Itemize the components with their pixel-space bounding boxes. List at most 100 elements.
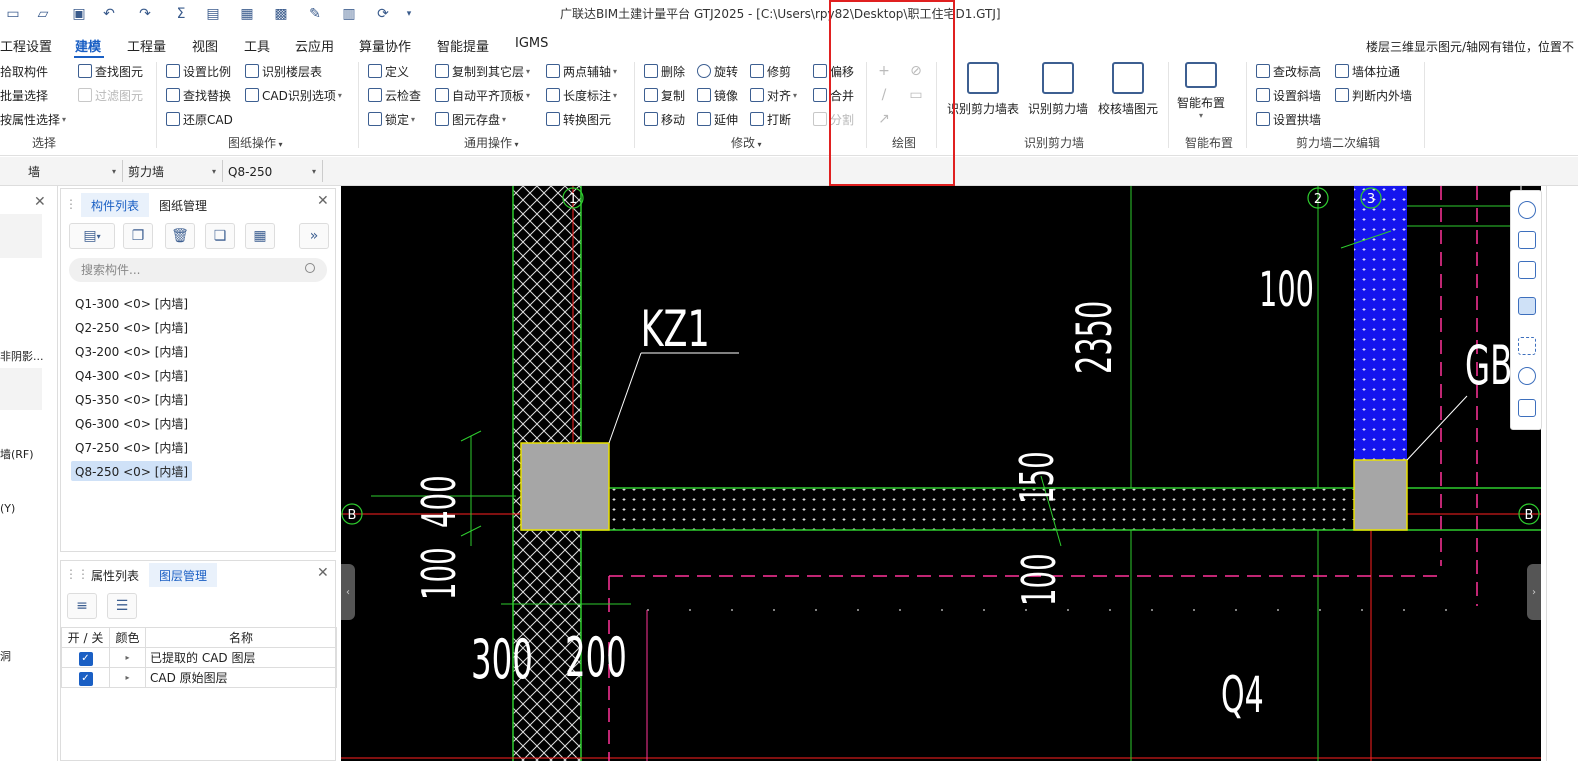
restore-cad-button[interactable]: 还原CAD: [166, 108, 233, 130]
cube-icon[interactable]: [1518, 261, 1536, 279]
tab-tools[interactable]: 工具: [244, 36, 270, 55]
batch-select-button[interactable]: 批量选择: [0, 84, 48, 106]
mirror-button[interactable]: 镜像: [697, 84, 738, 106]
select-by-attribute-button[interactable]: 按属性选择 ▾: [0, 108, 66, 130]
tab-layer-management[interactable]: 图层管理: [149, 563, 218, 587]
tab-drawing-management[interactable]: 图纸管理: [149, 193, 217, 217]
report-icon[interactable]: ▤: [202, 4, 224, 24]
copy-button[interactable]: 复制: [644, 84, 685, 106]
pick-component-button[interactable]: 拾取构件: [0, 60, 48, 82]
category-select[interactable]: 墙 ▾: [28, 161, 120, 182]
break-button[interactable]: 打断: [750, 108, 791, 130]
component-select[interactable]: Q8-250 ▾: [228, 161, 320, 182]
close-icon[interactable]: ✕: [317, 193, 329, 209]
group-label-modify[interactable]: 修改 ▾: [731, 134, 762, 151]
sync-icon[interactable]: ⟳: [372, 4, 394, 24]
list-item[interactable]: Q3-200 <0> [内墙]: [71, 341, 192, 361]
define-button[interactable]: 定义: [368, 60, 409, 82]
filter-element-button[interactable]: 过滤图元: [78, 84, 143, 106]
tab-modeling[interactable]: 建模: [75, 36, 101, 55]
recognize-wall-table-button[interactable]: 识别剪力墙表: [946, 60, 1020, 120]
nav-item[interactable]: (Y): [0, 502, 15, 515]
save-icon[interactable]: ▣: [68, 4, 90, 24]
column-right[interactable]: [1353, 459, 1408, 531]
tab-collaboration[interactable]: 算量协作: [359, 36, 411, 55]
more-icon[interactable]: ▾: [398, 4, 420, 24]
tab-project-settings[interactable]: 工程设置: [0, 36, 52, 55]
cad-canvas[interactable]: 1 2 3 B B KZ1 100 2350 150 400 100 100 3…: [341, 186, 1541, 761]
expand-icon[interactable]: ▸: [109, 647, 146, 668]
list-item[interactable]: Q2-250 <0> [内墙]: [71, 317, 192, 337]
two-point-axis-button[interactable]: 两点辅轴 ▾: [546, 60, 617, 82]
smart-layout-button[interactable]: 智能布置 ▾: [1174, 60, 1228, 120]
lock-button[interactable]: 锁定 ▾: [368, 108, 415, 130]
type-select[interactable]: 剪力墙 ▾: [128, 161, 220, 182]
list-item[interactable]: Q4-300 <0> [内墙]: [71, 365, 192, 385]
list-item[interactable]: Q6-300 <0> [内墙]: [71, 413, 192, 433]
set-sloped-wall-button[interactable]: 设置斜墙: [1256, 84, 1321, 106]
column-kz1[interactable]: [520, 442, 610, 531]
tab-component-list[interactable]: 构件列表: [81, 193, 150, 217]
list-item[interactable]: Q1-300 <0> [内墙]: [71, 293, 192, 313]
save-element-button[interactable]: 图元存盘 ▾: [435, 108, 506, 130]
tab-properties[interactable]: 属性列表: [81, 563, 149, 587]
list-item[interactable]: Q5-350 <0> [内墙]: [71, 389, 192, 409]
set-scale-button[interactable]: 设置比例: [166, 60, 231, 82]
copy-to-floor-button[interactable]: 复制到其它层 ▾: [435, 60, 530, 82]
redo-icon[interactable]: ↷: [134, 4, 156, 24]
group-label-drawing-ops[interactable]: 图纸操作 ▾: [228, 134, 283, 151]
duplicate-component-button[interactable]: ❏: [205, 223, 235, 249]
collapse-right-handle[interactable]: ›: [1527, 564, 1541, 620]
nav-item[interactable]: 墙(RF): [0, 446, 34, 462]
layer-copy-button[interactable]: ▦: [245, 223, 275, 249]
ruler-icon[interactable]: ▥: [338, 4, 360, 24]
orbit-icon[interactable]: [1518, 201, 1536, 219]
delete-component-button[interactable]: 🗑: [165, 223, 195, 249]
move-button[interactable]: 移动: [644, 108, 685, 130]
rotate-view-icon[interactable]: [1518, 367, 1536, 385]
sum-icon[interactable]: Σ: [170, 4, 192, 24]
undo-icon[interactable]: ↶: [98, 4, 120, 24]
search-icon[interactable]: [305, 263, 315, 273]
recognize-floor-table-button[interactable]: 识别楼层表: [245, 60, 322, 82]
delete-button[interactable]: 删除: [644, 60, 685, 82]
table-icon[interactable]: ▦: [236, 4, 258, 24]
find-element-button[interactable]: 查找图元: [78, 60, 143, 82]
tab-smart-takeoff[interactable]: 智能提量: [437, 36, 489, 55]
expand-icon[interactable]: ▸: [109, 667, 146, 688]
layer-visibility-checkbox[interactable]: ✓: [78, 671, 93, 686]
tab-igms[interactable]: IGMS: [515, 36, 548, 51]
nav-item[interactable]: 洞: [0, 648, 11, 664]
folder-open-icon[interactable]: ▱: [32, 4, 54, 24]
convert-element-button[interactable]: 转换图元: [546, 108, 611, 130]
collapse-left-handle[interactable]: ‹: [341, 564, 355, 620]
table-row[interactable]: ✓ ▸ CAD 原始图层: [61, 667, 337, 688]
group-label-common-ops[interactable]: 通用操作 ▾: [464, 134, 519, 151]
extend-button[interactable]: 延伸: [697, 108, 738, 130]
close-icon[interactable]: ✕: [34, 194, 46, 210]
rotate-button[interactable]: 旋转: [697, 60, 738, 82]
list-item-selected[interactable]: Q8-250 <0> [内墙]: [71, 461, 193, 481]
set-arch-wall-button[interactable]: 设置拱墙: [1256, 108, 1321, 130]
pen-icon[interactable]: ✎: [304, 4, 326, 24]
display-settings-icon[interactable]: [1518, 399, 1536, 417]
layer-visibility-checkbox[interactable]: ✓: [78, 651, 93, 666]
new-component-button[interactable]: ▤ ▾: [69, 223, 115, 249]
layer-toggle-button[interactable]: ≡: [67, 593, 97, 619]
align-button[interactable]: 对齐 ▾: [750, 84, 797, 106]
recognize-wall-button[interactable]: 识别剪力墙: [1027, 60, 1089, 120]
layer-filter-button[interactable]: ☰: [107, 593, 137, 619]
close-icon[interactable]: ✕: [317, 565, 329, 581]
cad-options-button[interactable]: CAD识别选项 ▾: [245, 84, 342, 106]
wall-extend-button[interactable]: 墙体拉通: [1335, 60, 1400, 82]
component-search-input[interactable]: [69, 258, 327, 282]
tab-view[interactable]: 视图: [192, 36, 218, 55]
cloud-check-button[interactable]: 云检查: [368, 84, 421, 106]
more-button[interactable]: »: [299, 223, 329, 249]
find-replace-button[interactable]: 查找替换: [166, 84, 231, 106]
trim-button[interactable]: 修剪: [750, 60, 791, 82]
tab-quantities[interactable]: 工程量: [127, 36, 166, 55]
check-elevation-button[interactable]: 查改标高: [1256, 60, 1321, 82]
judge-wall-side-button[interactable]: 判断内外墙: [1335, 84, 1412, 106]
zoom-extent-icon[interactable]: [1518, 337, 1536, 355]
